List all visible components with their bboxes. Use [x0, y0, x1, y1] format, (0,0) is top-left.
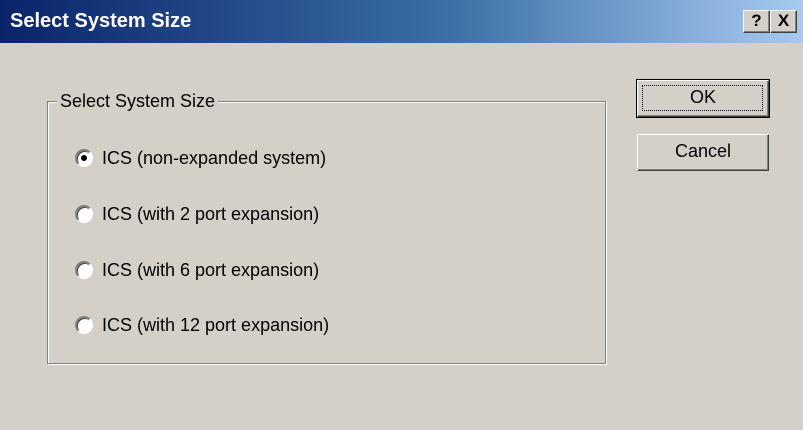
- radio-label[interactable]: ICS (non-expanded system): [102, 147, 326, 169]
- radio-label[interactable]: ICS (with 6 port expansion): [102, 259, 319, 281]
- radio-button[interactable]: [75, 261, 93, 279]
- cancel-button[interactable]: Cancel: [637, 134, 769, 171]
- radio-button[interactable]: [75, 316, 93, 334]
- radio-option-non-expanded[interactable]: ICS (non-expanded system): [75, 146, 326, 170]
- close-button[interactable]: X: [770, 10, 797, 33]
- focus-rectangle: [642, 85, 763, 111]
- cancel-button-label: Cancel: [674, 141, 732, 161]
- help-button[interactable]: ?: [743, 10, 770, 33]
- radio-option-2-port[interactable]: ICS (with 2 port expansion): [75, 202, 319, 226]
- ok-button[interactable]: OK: [636, 79, 770, 118]
- select-system-size-dialog: Select System Size ? X Select System Siz…: [0, 0, 803, 430]
- radio-option-12-port[interactable]: ICS (with 12 port expansion): [75, 313, 329, 337]
- radio-label[interactable]: ICS (with 12 port expansion): [102, 314, 329, 336]
- close-icon: X: [777, 11, 790, 30]
- radio-button[interactable]: [75, 205, 93, 223]
- radio-option-6-port[interactable]: ICS (with 6 port expansion): [75, 258, 319, 282]
- radio-selected-dot: [81, 155, 87, 161]
- radio-label[interactable]: ICS (with 2 port expansion): [102, 203, 319, 225]
- window-title: Select System Size: [10, 10, 192, 32]
- groupbox-label: Select System Size: [57, 91, 219, 111]
- radio-button[interactable]: [75, 149, 93, 167]
- question-mark-icon: ?: [751, 11, 762, 30]
- title-bar[interactable]: Select System Size ? X: [0, 0, 803, 43]
